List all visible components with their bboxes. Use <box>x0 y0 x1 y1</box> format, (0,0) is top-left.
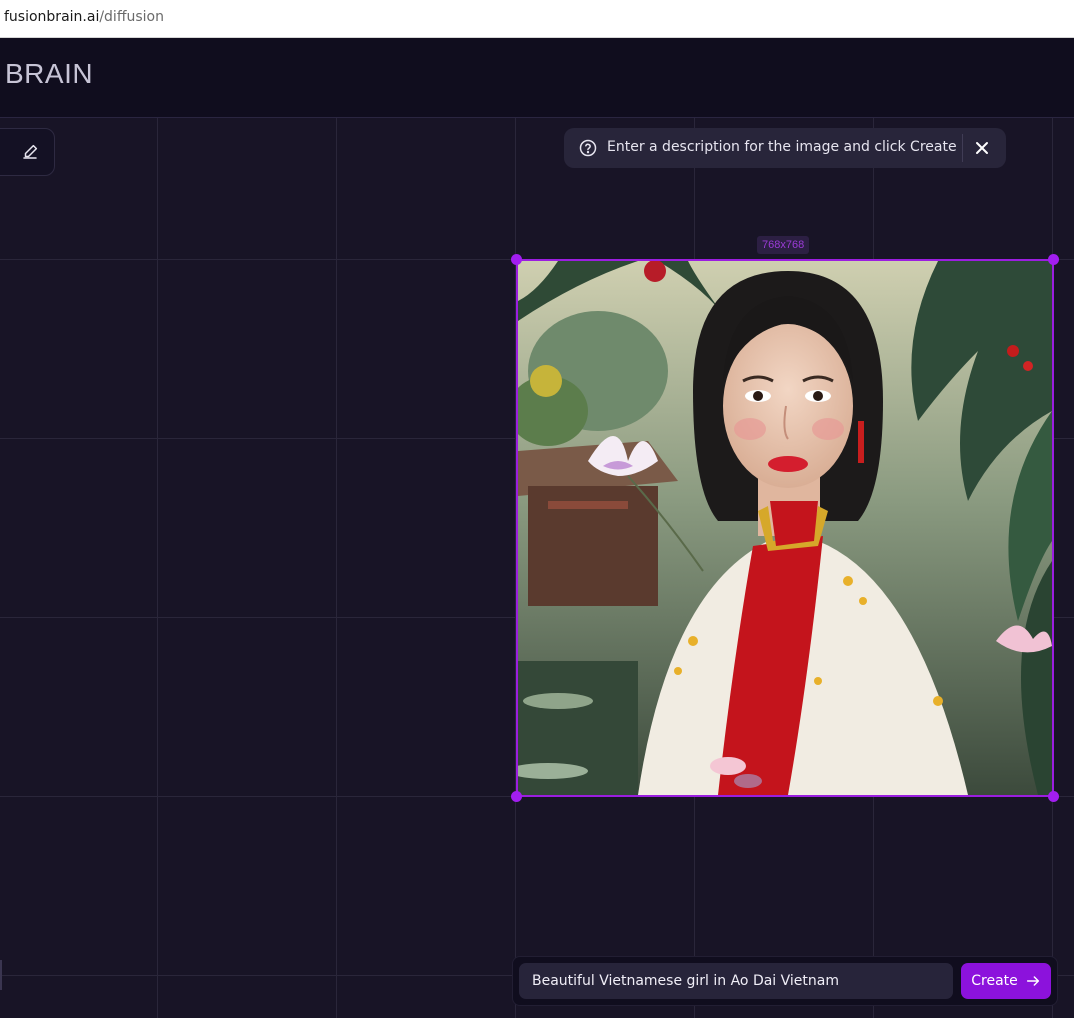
resize-handle-bottom-left[interactable] <box>511 791 522 802</box>
hint-text: Enter a description for the image and cl… <box>607 139 957 155</box>
prompt-input[interactable] <box>519 963 953 999</box>
help-circle-icon <box>579 139 597 157</box>
hint-bar: Enter a description for the image and cl… <box>564 128 1006 168</box>
eraser-icon <box>23 144 38 159</box>
url-text[interactable]: fusionbrain.ai/diffusion <box>4 9 164 25</box>
logo[interactable]: BRAIN <box>5 58 93 90</box>
image-size-badge: 768x768 <box>757 236 810 254</box>
url-path: /diffusion <box>99 9 164 25</box>
resize-handle-top-left[interactable] <box>511 254 522 265</box>
browser-url-bar[interactable]: fusionbrain.ai/diffusion <box>0 0 1074 38</box>
app-header: BRAIN <box>0 38 1074 118</box>
prompt-bar: Create <box>512 956 1058 1006</box>
canvas-area[interactable]: Enter a description for the image and cl… <box>0 118 1074 1018</box>
resize-handle-bottom-right[interactable] <box>1048 791 1059 802</box>
create-button[interactable]: Create <box>961 963 1051 999</box>
eraser-tool-button[interactable] <box>0 128 55 176</box>
hint-divider <box>962 134 963 162</box>
close-icon[interactable] <box>972 138 992 158</box>
create-button-label: Create <box>971 973 1018 989</box>
generated-image-frame[interactable] <box>516 259 1054 797</box>
left-edge-marker <box>0 960 2 990</box>
resize-handle-top-right[interactable] <box>1048 254 1059 265</box>
url-host: fusionbrain.ai <box>4 9 100 25</box>
arrow-right-icon <box>1026 976 1039 986</box>
generated-image <box>518 261 1052 795</box>
